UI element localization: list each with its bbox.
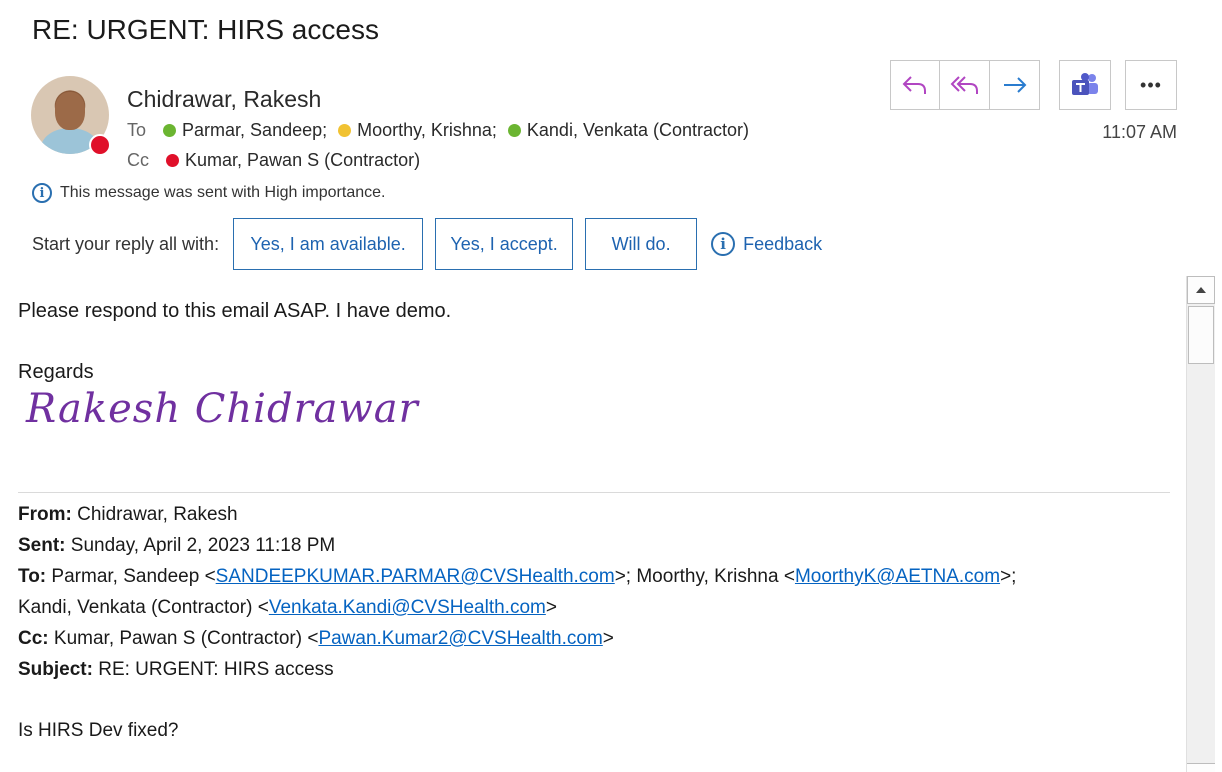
away-status-icon xyxy=(338,124,352,137)
available-status-icon xyxy=(507,124,521,137)
message-body: Please respond to this email ASAP. I hav… xyxy=(18,300,1170,432)
feedback-link[interactable]: i Feedback xyxy=(711,232,822,256)
available-status-icon xyxy=(163,124,177,137)
reply-icon xyxy=(902,76,926,94)
quoted-sent: Sent: Sunday, April 2, 2023 11:18 PM xyxy=(18,535,336,556)
quick-reply-will-do-button[interactable]: Will do. xyxy=(585,218,698,270)
quoted-body: Is HIRS Dev fixed? xyxy=(18,720,179,741)
quick-reply-accept-button[interactable]: Yes, I accept. xyxy=(435,218,574,270)
reply-all-icon xyxy=(950,76,978,94)
email-link-parmar[interactable]: SANDEEPKUMAR.PARMAR@CVSHealth.com xyxy=(216,566,615,587)
recipient-parmar[interactable]: Parmar, Sandeep; xyxy=(163,120,327,140)
feedback-label: Feedback xyxy=(743,233,823,254)
reply-button[interactable] xyxy=(890,60,940,110)
body-line: Please respond to this email ASAP. I hav… xyxy=(18,300,452,322)
info-icon: i xyxy=(32,183,52,203)
email-link-kumar[interactable]: Pawan.Kumar2@CVSHealth.com xyxy=(318,628,602,649)
importance-note: This message was sent with High importan… xyxy=(60,184,386,201)
received-time: 11:07 AM xyxy=(1102,122,1177,142)
to-label: To xyxy=(127,120,147,140)
recipient-kandi[interactable]: Kandi, Venkata (Contractor) xyxy=(507,120,749,140)
email-subject: RE: URGENT: HIRS access xyxy=(32,14,379,45)
quick-reply-prompt: Start your reply all with: xyxy=(32,233,220,254)
teams-icon xyxy=(1072,73,1098,95)
recipient-moorthy[interactable]: Moorthy, Krishna; xyxy=(338,120,497,140)
scroll-up-button[interactable] xyxy=(1187,276,1215,304)
more-options-button[interactable]: ••• xyxy=(1125,60,1177,110)
quoted-to: To: Parmar, Sandeep <SANDEEPKUMAR.PARMAR… xyxy=(18,566,1017,587)
cc-recipients-row: Cc Kumar, Pawan S (Contractor) xyxy=(127,150,420,171)
more-icon: ••• xyxy=(1140,74,1162,95)
teams-button[interactable] xyxy=(1059,60,1111,110)
scroll-up-icon xyxy=(1196,287,1206,293)
scroll-thumb[interactable] xyxy=(1188,306,1214,364)
quick-reply-bar: Start your reply all with: Yes, I am ava… xyxy=(32,218,822,270)
message-action-group xyxy=(890,60,1040,110)
feedback-info-icon: i xyxy=(711,232,736,256)
cc-label: Cc xyxy=(127,150,149,170)
to-recipients-row: To Parmar, Sandeep; Moorthy, Krishna; Ka… xyxy=(127,120,749,141)
email-link-moorthy[interactable]: MoorthyK@AETNA.com xyxy=(795,566,1000,587)
avatar-head xyxy=(55,92,85,130)
quoted-cc: Cc: Kumar, Pawan S (Contractor) <Pawan.K… xyxy=(18,628,614,649)
forward-button[interactable] xyxy=(990,60,1040,110)
quoted-from: From: Chidrawar, Rakesh xyxy=(18,504,238,525)
quoted-to-continued: Kandi, Venkata (Contractor) <Venkata.Kan… xyxy=(18,597,557,618)
quoted-subject: Subject: RE: URGENT: HIRS access xyxy=(18,659,334,680)
quote-divider xyxy=(18,492,1170,493)
importance-banner: i This message was sent with High import… xyxy=(32,183,385,203)
busy-presence-indicator xyxy=(89,134,111,156)
regards-line: Regards xyxy=(18,361,94,383)
scroll-down-button[interactable] xyxy=(1187,763,1215,772)
signature: Rakesh Chidrawar xyxy=(26,386,419,432)
recipient-kumar[interactable]: Kumar, Pawan S (Contractor) xyxy=(166,150,420,170)
reply-all-button[interactable] xyxy=(940,60,990,110)
quick-reply-available-button[interactable]: Yes, I am available. xyxy=(233,218,424,270)
busy-status-icon xyxy=(166,154,180,167)
vertical-scrollbar[interactable] xyxy=(1186,276,1215,772)
email-link-kandi[interactable]: Venkata.Kandi@CVSHealth.com xyxy=(269,597,546,618)
sender-name[interactable]: Chidrawar, Rakesh xyxy=(127,86,321,113)
forward-icon xyxy=(1003,77,1026,93)
